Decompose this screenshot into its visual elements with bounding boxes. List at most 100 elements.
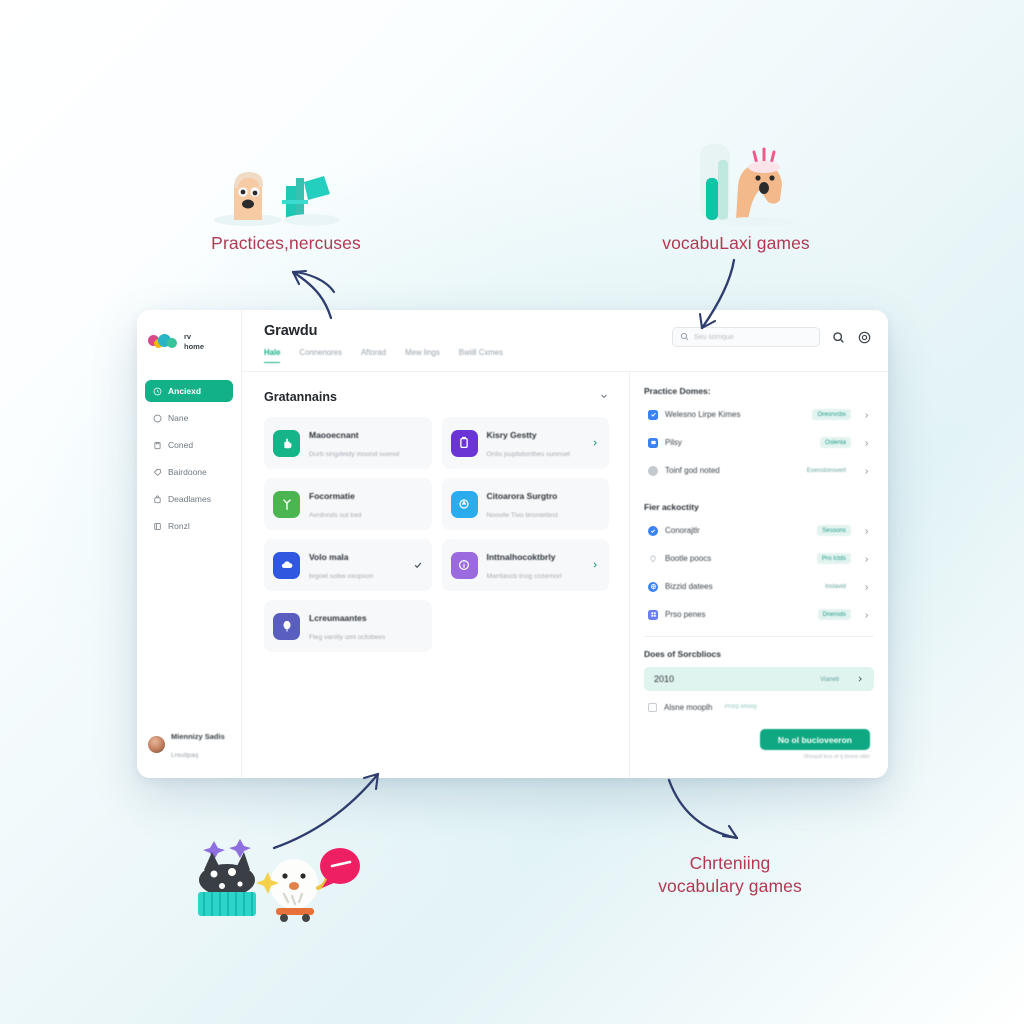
sidebar: rv home Anciexd Nane Coned Bairdoone Dea… xyxy=(137,310,242,778)
card-kisry-gestty[interactable]: Kisry Gestty Onlis jsupbdontbes sunnset xyxy=(441,417,609,469)
brand-logo[interactable]: rv home xyxy=(137,310,241,372)
sidebar-item-anciexd[interactable]: Anciexd xyxy=(145,380,233,402)
rail-row-welesno-lirpe-kimes[interactable]: Welesno Lirpe Kimes Oreorvcbs xyxy=(644,404,874,425)
avatar xyxy=(148,735,165,753)
user-subtitle: Lreuitpaq xyxy=(171,752,199,759)
annotation-top-left: Practices,nercuses xyxy=(205,232,367,255)
check-circle-icon xyxy=(648,525,658,536)
sidebar-item-label: Nane xyxy=(168,413,189,423)
right-rail: Practice Domes: Welesno Lirpe Kimes Oreo… xyxy=(630,372,888,778)
card-inttnalhocoktbrly[interactable]: Inttnalhocoktbrly Mwrtlascb tnog cozemor… xyxy=(441,539,609,591)
card-volo-mala[interactable]: Volo mala brgoel sobw oxopson xyxy=(264,539,432,591)
user-name: Miennizy Sadis xyxy=(171,732,225,741)
rail-row-label: Toinf god noted xyxy=(665,466,720,475)
grid-icon xyxy=(648,609,658,620)
primary-cta-button[interactable]: No ol bucioveeron xyxy=(759,729,870,750)
rail-row-toinf-god-noted[interactable]: Toinf god noted Eoesstonsvert xyxy=(644,460,874,481)
card-citoarora-surgtro[interactable]: Citoarora Surgtro Noovile Tivo tinsniett… xyxy=(441,478,609,530)
rail-highlight-action[interactable]: Vianeti xyxy=(815,674,844,685)
chevron-right-icon[interactable] xyxy=(863,406,870,424)
annotation-bottom-right: Chrteniing vocabulary games xyxy=(620,852,840,898)
card-column-left: Maooecnant Durb singdetdy moond soenol F… xyxy=(264,417,432,652)
tab-aftorad[interactable]: Aftorad xyxy=(361,348,386,363)
rail-row-bootle-poocs[interactable]: Bootle poocs Pro lctds xyxy=(644,548,874,569)
tab-mew-lings[interactable]: Mew lings xyxy=(405,348,440,363)
card-maooecnant[interactable]: Maooecnant Durb singdetdy moond soenol xyxy=(264,417,432,469)
book-icon xyxy=(153,522,162,531)
card-focormatie[interactable]: Focormatie Avrdnnds sut ked xyxy=(264,478,432,530)
annotation-top-right-label: vocabuLaxi games xyxy=(662,233,810,253)
pin-icon xyxy=(648,554,658,564)
search-icon xyxy=(680,328,689,346)
card-title: Volo mala xyxy=(309,552,349,562)
tab-hale[interactable]: Hale xyxy=(264,348,281,363)
chevron-right-icon[interactable] xyxy=(863,462,870,480)
card-title: Focormatie xyxy=(309,491,355,501)
globe-icon xyxy=(648,581,658,592)
sidebar-nav: Anciexd Nane Coned Bairdoone Deadlames R… xyxy=(137,372,241,542)
rail-checkbox-row[interactable]: Alsne mooplh Prorp khooy xyxy=(644,702,874,712)
card-subtitle: Avrdnnds sut ked xyxy=(309,512,362,519)
sidebar-item-label: Coned xyxy=(168,440,194,450)
chevron-right-icon[interactable] xyxy=(863,522,870,540)
rail-row-conorajtlr[interactable]: Conorajtlr Sessons xyxy=(644,520,874,541)
sidebar-item-nane[interactable]: Nane xyxy=(145,407,233,429)
center-panel: Gratannains Maooecnant Durb singdetdy mo… xyxy=(242,372,630,778)
rail-row-label: Bizzid datees xyxy=(665,582,713,591)
card-subtitle: Mwrtlascb tnog cozemorl xyxy=(486,573,562,580)
main-area: Grawdu Hale Connenores Aftorad Mew lings… xyxy=(242,310,888,778)
illustration-top-left xyxy=(214,172,340,226)
rail-row-label: Welesno Lirpe Kimes xyxy=(665,410,741,419)
clock-icon xyxy=(153,387,162,396)
doc-icon xyxy=(450,429,478,457)
arrow-bottom-left xyxy=(272,772,380,850)
rail-row-label: Conorajtlr xyxy=(665,526,700,535)
card-grid: Maooecnant Durb singdetdy moond soenol F… xyxy=(242,417,629,652)
rail-row-prso-penes[interactable]: Prso penes Dnerods xyxy=(644,604,874,625)
check-square-icon xyxy=(648,409,658,420)
card-title: Lcreumaantes xyxy=(309,613,367,623)
rail-row-pilsy[interactable]: Pilsy Oslenia xyxy=(644,432,874,453)
sidebar-user-profile[interactable]: Miennizy Sadis Lreuitpaq xyxy=(137,726,241,778)
sidebar-item-label: Deadlames xyxy=(168,494,211,504)
chevron-right-icon[interactable] xyxy=(856,670,864,688)
search-button[interactable] xyxy=(830,329,846,345)
circle-icon xyxy=(153,414,162,423)
sidebar-item-coned[interactable]: Coned xyxy=(145,434,233,456)
rail-highlight-row[interactable]: 2010 Vianeti xyxy=(644,667,874,691)
sidebar-item-deadlames[interactable]: Deadlames xyxy=(145,488,233,510)
chevron-down-icon[interactable] xyxy=(599,388,609,406)
card-lcreumaantes[interactable]: Lcreumaantes Fleg vanlily omi ocfobees xyxy=(264,600,432,652)
section-title: Gratannains xyxy=(264,390,337,404)
annotation-bottom-right-line1: Chrteniing xyxy=(689,853,771,873)
check-icon xyxy=(413,560,423,570)
tab-bar: Hale Connenores Aftorad Mew lings Bwiill… xyxy=(264,348,672,363)
sidebar-item-ronzl[interactable]: Ronzl xyxy=(145,515,233,537)
chevron-right-icon[interactable] xyxy=(863,550,870,568)
card-subtitle: Durb singdetdy moond soenol xyxy=(309,451,400,458)
rail-section2-title: Fier ackoctity xyxy=(644,502,699,512)
card-subtitle: brgoel sobw oxopson xyxy=(309,573,374,580)
rail-row-bizzid-datees[interactable]: Bizzid datees Inslavid xyxy=(644,576,874,597)
rail-row-label: Prso penes xyxy=(665,610,706,619)
account-circle-icon[interactable] xyxy=(856,329,872,345)
leaf-icon xyxy=(273,490,300,518)
checkbox[interactable] xyxy=(648,702,657,712)
tab-connenores[interactable]: Connenores xyxy=(299,348,341,363)
checkbox-label: Alsne mooplh xyxy=(664,702,713,712)
sidebar-item-bairdoone[interactable]: Bairdoone xyxy=(145,461,233,483)
rail-row-label: Bootle poocs xyxy=(665,554,712,563)
tab-bwiill-cxmes[interactable]: Bwiill Cxmes xyxy=(459,348,503,363)
card-title: Inttnalhocoktbrly xyxy=(486,552,556,562)
chevron-right-icon[interactable] xyxy=(863,434,870,452)
card-column-right: Kisry Gestty Onlis jsupbdontbes sunnset xyxy=(441,417,609,652)
dot-icon xyxy=(648,465,658,476)
hand-icon xyxy=(273,429,300,457)
card-icon xyxy=(648,437,658,448)
chevron-right-icon xyxy=(590,561,600,569)
checkbox-badge: Prorp khooy xyxy=(724,704,757,710)
chevron-right-icon[interactable] xyxy=(863,578,870,596)
chevron-right-icon[interactable] xyxy=(863,606,870,624)
bag-icon xyxy=(153,494,162,504)
rail-row-badge: Pro lctds xyxy=(816,553,851,564)
